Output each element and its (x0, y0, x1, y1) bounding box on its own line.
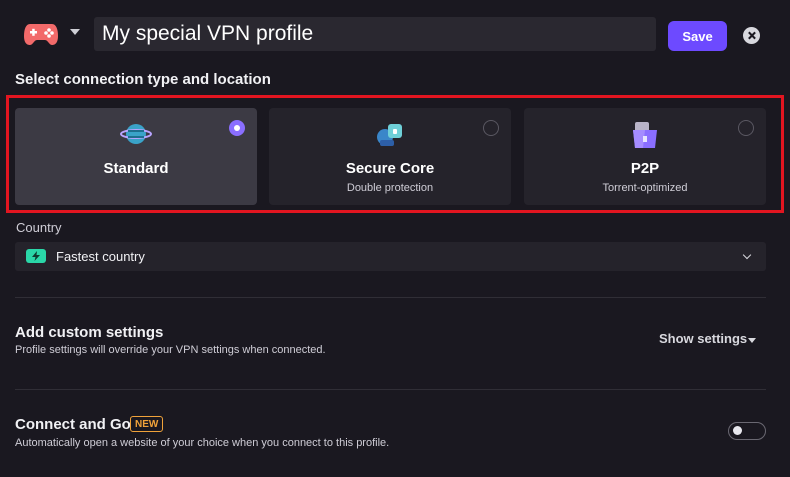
connect-and-go-title: Connect and Go (15, 416, 131, 433)
card-title: Standard (103, 160, 169, 177)
connect-and-go-description: Automatically open a website of your cho… (15, 437, 390, 449)
connect-and-go-toggle[interactable] (728, 422, 766, 440)
bolt-icon (26, 249, 46, 263)
save-button[interactable]: Save (668, 21, 727, 51)
connection-card-secure-core[interactable]: Secure Core Double protection (269, 108, 511, 205)
chevron-down-icon (742, 250, 752, 260)
card-subtitle: Torrent-optimized (602, 182, 688, 194)
toggle-knob (733, 426, 742, 435)
country-value: Fastest country (56, 249, 145, 264)
connection-card-standard[interactable]: Standard (15, 108, 257, 205)
gamepad-icon[interactable] (22, 20, 60, 48)
custom-settings-title: Add custom settings (15, 324, 164, 341)
secure-core-icon (374, 118, 406, 150)
radio-secure-core[interactable] (483, 120, 499, 136)
card-title: Secure Core (345, 160, 435, 177)
connection-card-p2p[interactable]: P2P Torrent-optimized (524, 108, 766, 205)
radio-standard[interactable] (229, 120, 245, 136)
show-settings-button[interactable]: Show settings (659, 331, 747, 346)
divider (15, 389, 766, 390)
card-subtitle: Double protection (346, 182, 434, 194)
globe-icon (120, 118, 152, 150)
country-select[interactable]: Fastest country (15, 242, 766, 271)
country-label: Country (16, 220, 62, 235)
radio-p2p[interactable] (738, 120, 754, 136)
new-badge: NEW (130, 416, 164, 432)
caret-down-icon[interactable] (748, 338, 756, 343)
card-title: P2P (630, 160, 660, 177)
custom-settings-description: Profile settings will override your VPN … (15, 344, 326, 356)
profile-name-input[interactable] (94, 17, 656, 51)
section-title: Select connection type and location (15, 71, 271, 88)
close-icon[interactable] (743, 27, 760, 44)
p2p-icon (629, 118, 661, 150)
divider (15, 297, 766, 298)
profile-icon-dropdown[interactable] (70, 29, 80, 35)
